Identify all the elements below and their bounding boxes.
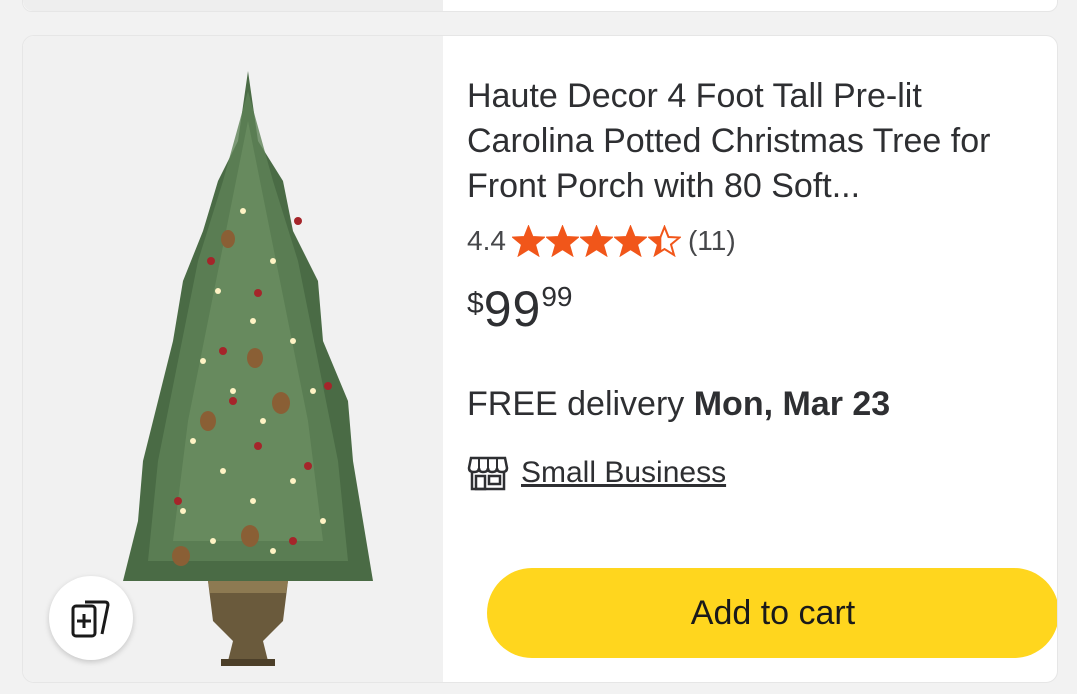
compare-add-icon <box>71 600 110 638</box>
price-currency: $ <box>467 287 484 320</box>
rating-stars <box>511 225 682 257</box>
product-image-area[interactable] <box>23 36 443 682</box>
price-dollars: 99 <box>483 281 542 337</box>
compare-button[interactable] <box>49 576 133 660</box>
product-info: Haute Decor 4 Foot Tall Pre-lit Carolina… <box>467 36 1057 658</box>
delivery-info: FREE delivery Mon, Mar 23 <box>467 385 1037 424</box>
rating-value: 4.4 <box>467 225 506 256</box>
previous-product-card <box>22 0 1058 12</box>
storefront-icon <box>467 456 509 491</box>
christmas-tree-product-image[interactable] <box>123 61 373 666</box>
delivery-label: FREE delivery <box>467 385 685 423</box>
star-icon <box>613 225 647 257</box>
review-count: (11) <box>687 225 736 256</box>
star-icon <box>647 225 681 257</box>
star-icon <box>511 225 545 257</box>
star-icon <box>545 225 579 257</box>
add-to-cart-button[interactable]: Add to cart <box>487 568 1057 658</box>
delivery-date: Mon, Mar 23 <box>693 385 891 423</box>
price-cents: 99 <box>541 281 573 312</box>
product-title[interactable]: Haute Decor 4 Foot Tall Pre-lit Carolina… <box>467 74 1012 209</box>
star-icon <box>579 225 613 257</box>
product-card[interactable]: Haute Decor 4 Foot Tall Pre-lit Carolina… <box>22 35 1058 683</box>
price: $ 99 99 <box>467 279 1037 349</box>
rating-row[interactable]: 4.4 (11) <box>467 225 1037 257</box>
small-business-label[interactable]: Small Business <box>521 456 726 490</box>
small-business-badge[interactable]: Small Business <box>467 454 1037 492</box>
